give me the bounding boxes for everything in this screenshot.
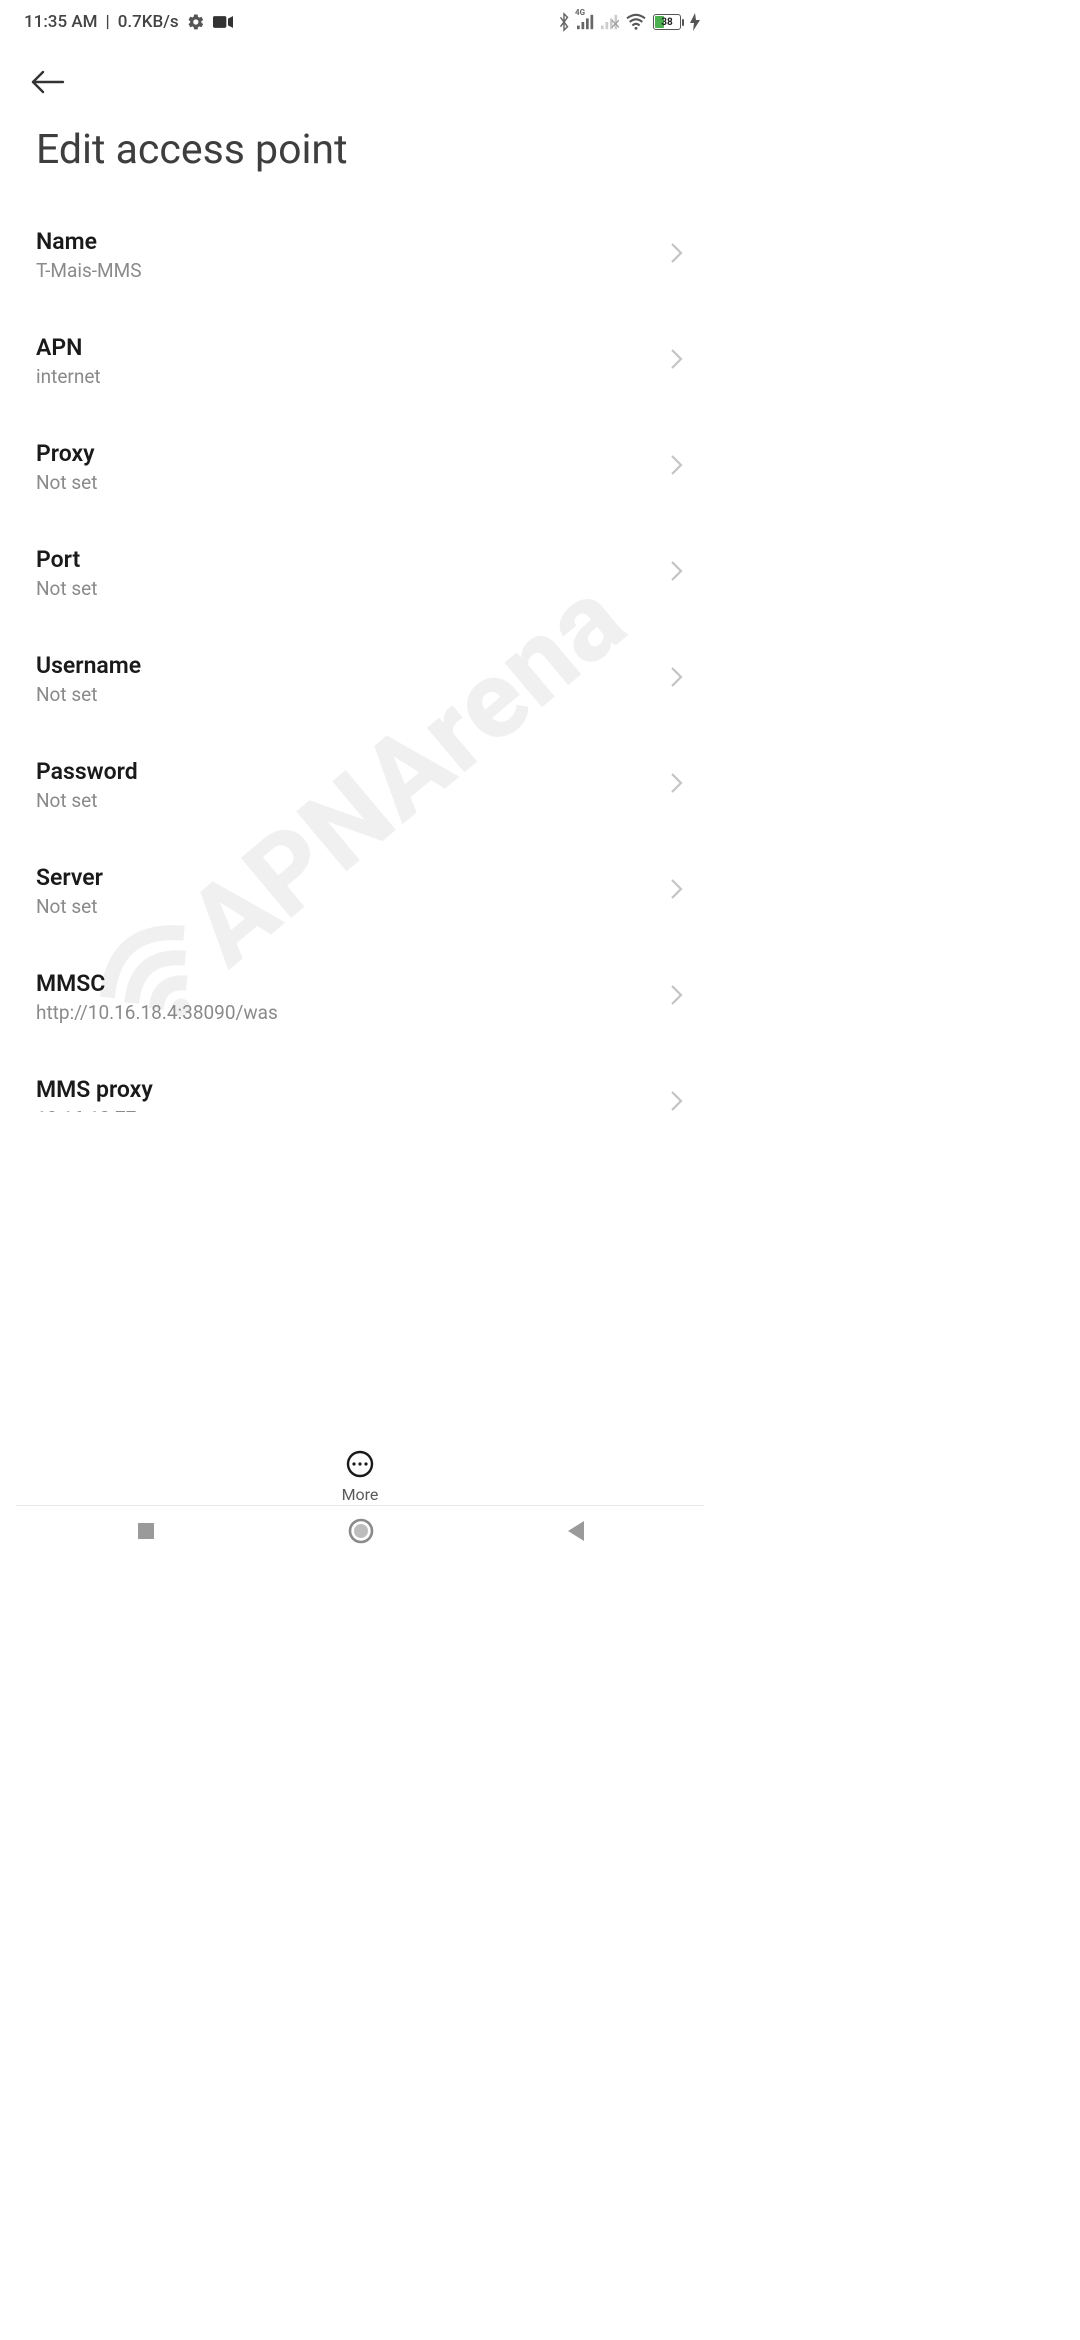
status-left: 11:35 AM | 0.7KB/s bbox=[24, 12, 233, 32]
chevron-right-icon bbox=[670, 348, 684, 374]
settings-list: Name T-Mais-MMS APN internet Proxy Not s… bbox=[0, 202, 720, 1112]
camera-icon bbox=[213, 15, 233, 29]
status-bar: 11:35 AM | 0.7KB/s 4G 38 bbox=[0, 0, 720, 44]
nav-home-button[interactable] bbox=[347, 1517, 375, 1549]
item-value: Not set bbox=[36, 471, 97, 494]
more-circle-icon bbox=[345, 1449, 375, 1479]
item-value: Not set bbox=[36, 683, 141, 706]
bluetooth-icon bbox=[557, 12, 571, 32]
item-value: http://10.16.18.4:38090/was bbox=[36, 1001, 278, 1024]
item-mmsc[interactable]: MMSC http://10.16.18.4:38090/was bbox=[36, 944, 684, 1050]
item-mms-proxy[interactable]: MMS proxy 10.16.18.77 bbox=[36, 1050, 684, 1112]
chevron-right-icon bbox=[670, 242, 684, 268]
item-username[interactable]: Username Not set bbox=[36, 626, 684, 732]
arrow-left-icon bbox=[31, 70, 65, 94]
item-server[interactable]: Server Not set bbox=[36, 838, 684, 944]
signal-gen-label: 4G bbox=[575, 8, 585, 17]
item-value: Not set bbox=[36, 577, 97, 600]
charging-icon bbox=[690, 13, 700, 31]
battery-percent: 38 bbox=[654, 17, 680, 28]
item-label: Username bbox=[36, 652, 141, 679]
signal-4g-icon: 4G bbox=[577, 14, 595, 30]
back-button[interactable] bbox=[28, 62, 68, 102]
chevron-right-icon bbox=[670, 666, 684, 692]
header bbox=[0, 44, 720, 102]
status-net-speed: 0.7KB/s bbox=[118, 12, 179, 32]
battery-icon: 38 bbox=[653, 14, 684, 30]
signal-nosim-icon bbox=[601, 14, 619, 30]
item-label: Proxy bbox=[36, 440, 97, 467]
item-value: Not set bbox=[36, 895, 103, 918]
item-label: Name bbox=[36, 228, 142, 255]
item-label: MMSC bbox=[36, 970, 278, 997]
chevron-right-icon bbox=[670, 878, 684, 904]
more-label: More bbox=[342, 1485, 379, 1504]
chevron-right-icon bbox=[670, 1090, 684, 1112]
item-label: Port bbox=[36, 546, 97, 573]
nav-recent-button[interactable] bbox=[134, 1519, 158, 1547]
nav-back-button[interactable] bbox=[564, 1519, 586, 1547]
chevron-right-icon bbox=[670, 772, 684, 798]
circle-icon bbox=[347, 1517, 375, 1545]
status-right: 4G 38 bbox=[557, 12, 700, 32]
item-value: internet bbox=[36, 365, 101, 388]
item-value: T-Mais-MMS bbox=[36, 259, 142, 282]
wifi-icon bbox=[625, 13, 647, 31]
square-icon bbox=[134, 1519, 158, 1543]
page-title: Edit access point bbox=[0, 102, 720, 202]
chevron-right-icon bbox=[670, 984, 684, 1010]
triangle-left-icon bbox=[564, 1519, 586, 1543]
item-label: Password bbox=[36, 758, 138, 785]
settings-list-viewport: Name T-Mais-MMS APN internet Proxy Not s… bbox=[0, 202, 720, 1112]
item-value: 10.16.18.77 bbox=[36, 1107, 153, 1112]
more-button[interactable]: More bbox=[342, 1449, 379, 1504]
chevron-right-icon bbox=[670, 560, 684, 586]
navigation-bar bbox=[0, 1506, 720, 1560]
item-apn[interactable]: APN internet bbox=[36, 308, 684, 414]
bottom-action-bar: More bbox=[0, 1441, 720, 1504]
item-password[interactable]: Password Not set bbox=[36, 732, 684, 838]
item-label: APN bbox=[36, 334, 101, 361]
item-name[interactable]: Name T-Mais-MMS bbox=[36, 202, 684, 308]
item-label: MMS proxy bbox=[36, 1076, 153, 1103]
item-value: Not set bbox=[36, 789, 138, 812]
item-proxy[interactable]: Proxy Not set bbox=[36, 414, 684, 520]
gear-icon bbox=[187, 13, 205, 31]
status-sep: | bbox=[106, 12, 110, 32]
status-time: 11:35 AM bbox=[24, 12, 98, 32]
chevron-right-icon bbox=[670, 454, 684, 480]
item-port[interactable]: Port Not set bbox=[36, 520, 684, 626]
item-label: Server bbox=[36, 864, 103, 891]
